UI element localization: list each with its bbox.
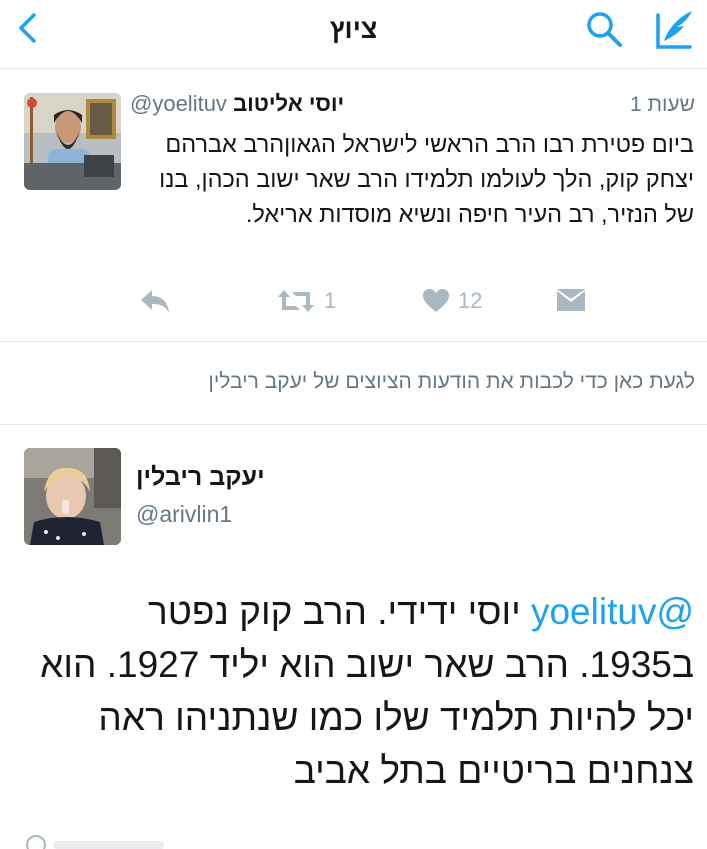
tweet-text: ביום פטירת רבו הרב הראשי לישראל הגאוןהרב… [159, 131, 694, 227]
tweet-author[interactable]: @yoelituv יוסי אליטוב [130, 91, 530, 117]
avatar-image [24, 448, 121, 545]
reply-button[interactable] [138, 283, 172, 319]
avatar-image [24, 93, 121, 190]
retweet-icon [278, 290, 314, 312]
heart-icon [423, 289, 449, 312]
tweet-arivlin1: יעקב ריבלין @arivlin1 @yoelituv יוסי ידי… [0, 425, 707, 849]
compose-icon[interactable] [652, 7, 696, 51]
notification-toggle-notice[interactable]: לגעת כאן כדי לכבות את הודעות הציוצים של … [0, 342, 707, 425]
mention-link[interactable]: @yoelituv [531, 591, 694, 632]
tweet-text: @yoelituv יוסי ידידי. הרב קוק נפטר ב1935… [24, 585, 694, 797]
globe-icon [26, 835, 164, 849]
like-button[interactable]: 12 [422, 283, 482, 319]
notice-text[interactable]: לגעת כאן כדי לכבות את הודעות הציוצים של … [208, 370, 695, 394]
reply-icon [141, 290, 169, 313]
tweet-actions: 1 12 [0, 283, 707, 323]
avatar[interactable] [24, 448, 121, 545]
direct-message-button[interactable] [556, 283, 586, 319]
retweet-count: 1 [324, 288, 337, 313]
author-handle[interactable]: @yoelituv [130, 91, 227, 116]
tweet-time: 1 שעות [629, 93, 695, 116]
retweet-button[interactable]: 1 [276, 283, 336, 319]
envelope-icon [557, 289, 585, 311]
avatar[interactable] [24, 93, 121, 190]
author-handle[interactable]: @arivlin1 [136, 501, 232, 528]
author-name[interactable]: יוסי אליטוב [233, 91, 344, 116]
top-bar: ציוץ [0, 0, 707, 69]
author-name[interactable]: יעקב ריבלין [136, 463, 265, 492]
like-count: 12 [458, 288, 483, 313]
search-icon[interactable] [584, 9, 624, 49]
tweet-yoelituv[interactable]: 1 שעות @yoelituv יוסי אליטוב ביום פטירת … [0, 69, 707, 342]
